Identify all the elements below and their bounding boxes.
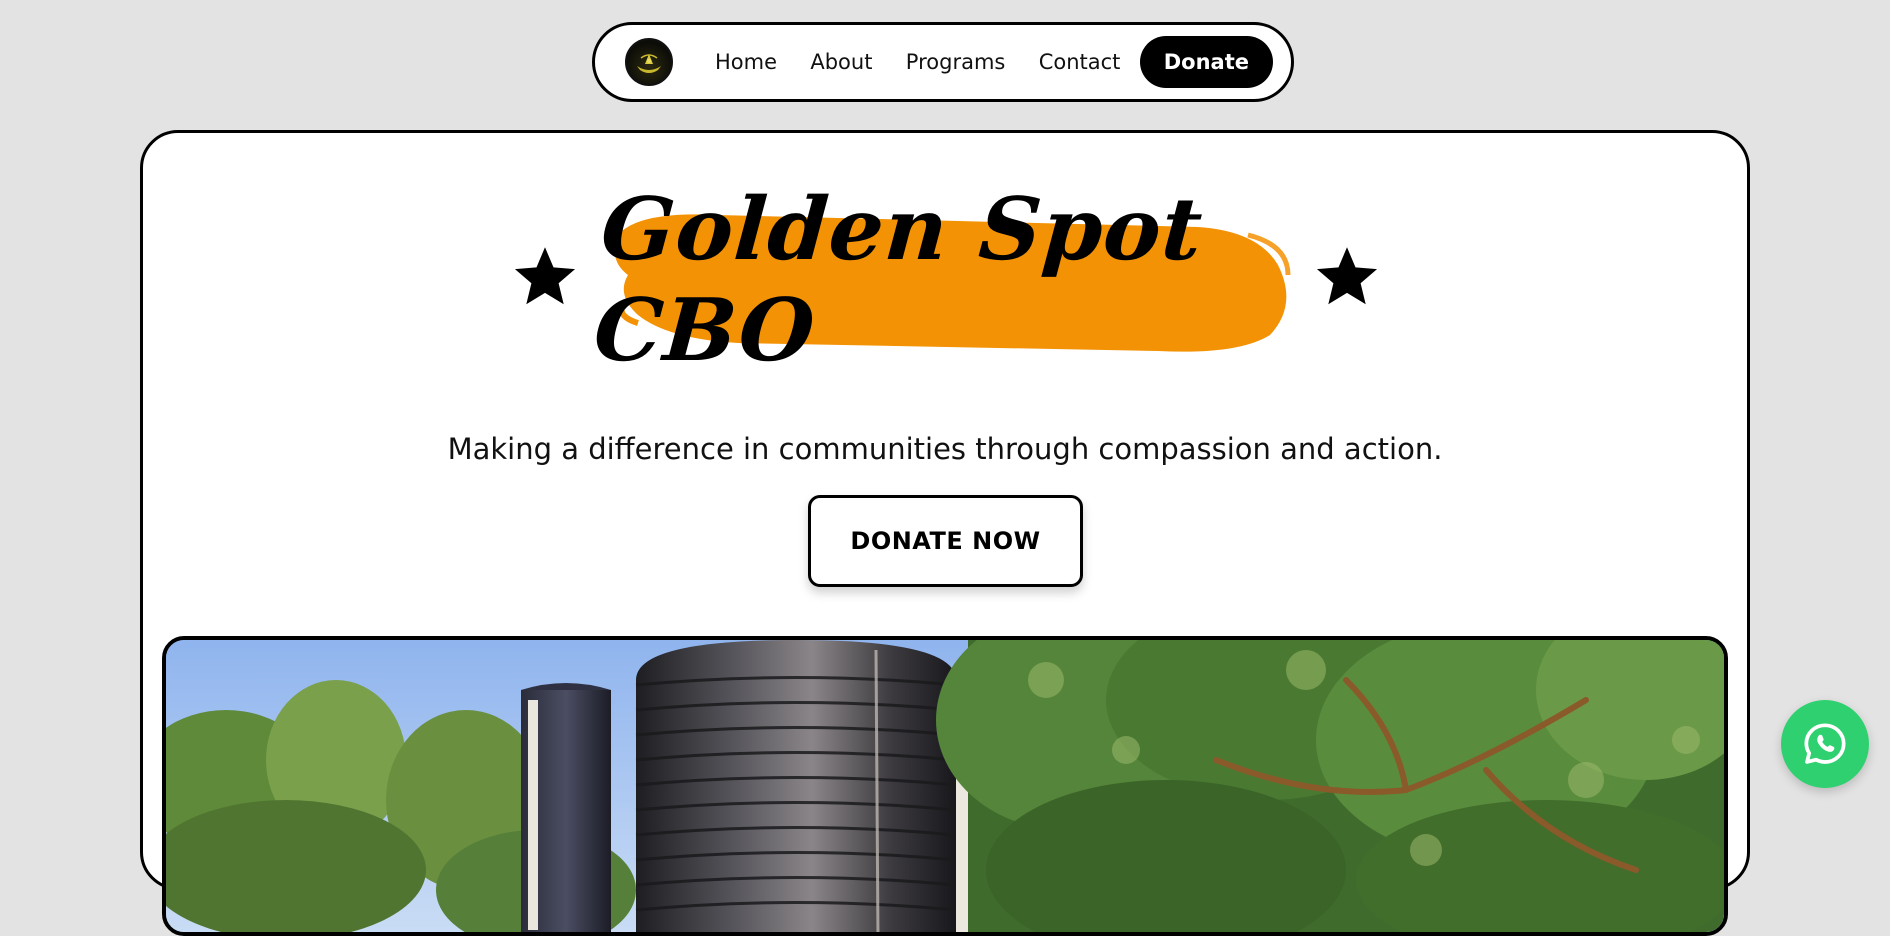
star-icon: [1316, 247, 1378, 305]
hero-photo-illustration: [166, 640, 1724, 932]
nav-contact-link[interactable]: Contact: [1025, 40, 1135, 84]
donate-now-button[interactable]: DONATE NOW: [808, 495, 1083, 587]
whatsapp-icon: [1804, 723, 1846, 764]
top-nav: Home About Programs Contact Donate: [592, 22, 1294, 102]
nav-about-link[interactable]: About: [796, 40, 886, 84]
hero-tagline: Making a difference in communities throu…: [447, 432, 1443, 466]
nav-programs-link[interactable]: Programs: [892, 40, 1020, 84]
whatsapp-button[interactable]: [1781, 700, 1869, 788]
hero-card: Golden Spot CBO Making a difference in c…: [140, 130, 1750, 936]
hero-title-row: Golden Spot CBO: [143, 179, 1747, 381]
star-icon: [514, 247, 576, 305]
nav-home-link[interactable]: Home: [701, 40, 791, 84]
nav-links: Home About Programs Contact Donate: [701, 36, 1273, 88]
water-tanks-and-trees-photo: [162, 636, 1728, 936]
nav-donate-button[interactable]: Donate: [1139, 36, 1273, 88]
logo-emblem-icon: [637, 54, 661, 73]
golden-spot-logo[interactable]: [625, 38, 673, 86]
hero-title: Golden Spot CBO: [590, 179, 1207, 381]
